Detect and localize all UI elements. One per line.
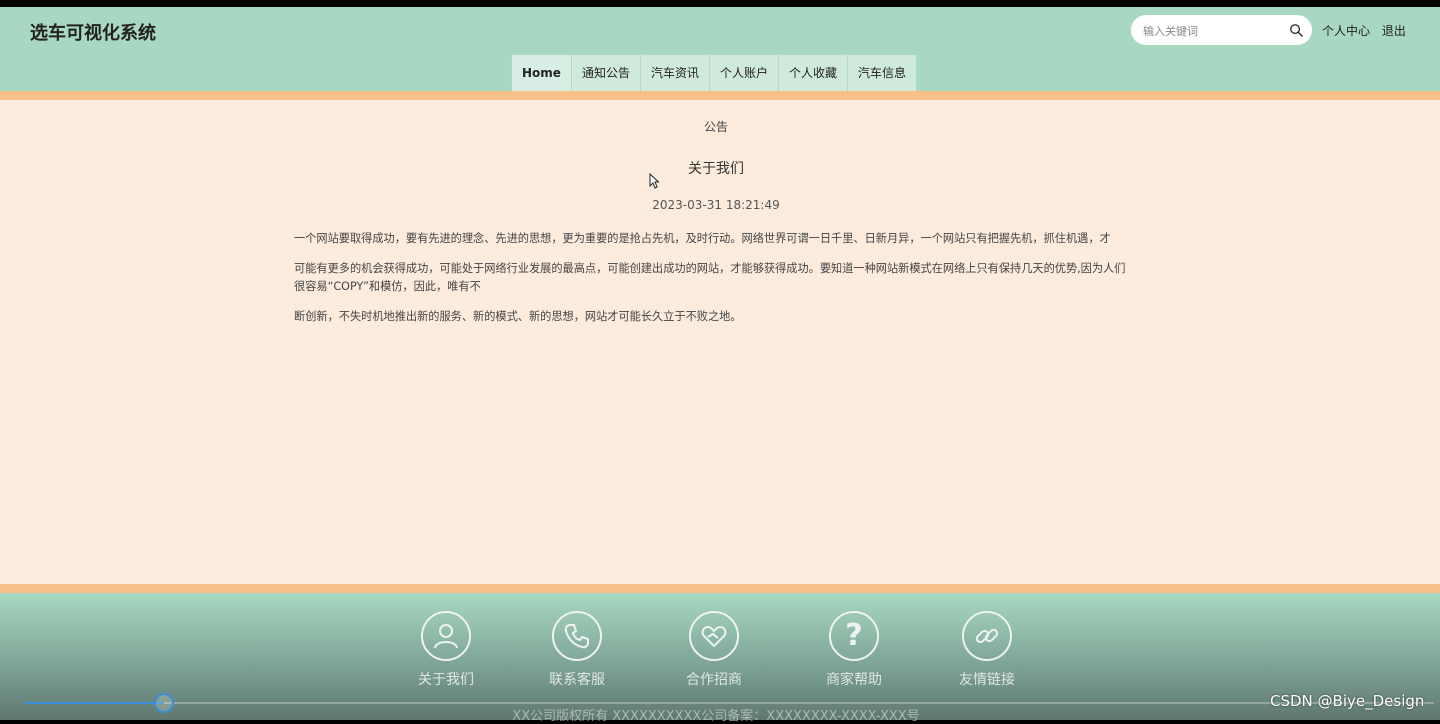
footer-item-links[interactable]: 友情链接 <box>942 611 1032 689</box>
nav-item-account[interactable]: 个人账户 <box>708 54 778 93</box>
footer-item-label: 关于我们 <box>418 672 474 688</box>
logout-link[interactable]: 退出 <box>1382 24 1406 38</box>
article-paragraph: 可能有更多的机会获得成功，可能处于网络行业发展的最高点，可能创建出成功的网站，才… <box>294 262 1126 293</box>
accent-bar-top <box>0 91 1440 100</box>
top-black-strip <box>0 0 1440 7</box>
article-paragraph: 一个网站要取得成功，要有先进的理念、先进的思想，更为重要的是抢占先机，及时行动。… <box>294 232 1111 245</box>
footer-item-help[interactable]: ? 商家帮助 <box>809 611 899 689</box>
site-header: 选车可视化系统 个人中心 退出 Home 通知公告 汽车资讯 个人账户 个人收藏… <box>0 7 1440 93</box>
mouse-cursor-icon <box>649 173 659 189</box>
article-body: 一个网站要取得成功，要有先进的理念、先进的思想，更为重要的是抢占先机，及时行动。… <box>294 230 1136 338</box>
video-progress-handle[interactable] <box>153 693 174 713</box>
copyright-text: XX公司版权所有 XXXXXXXXXX公司备案：XXXXXXXX-XXXX-XX… <box>512 709 920 724</box>
watermark-text: CSDN @Biye_Design <box>1270 692 1425 710</box>
site-title: 选车可视化系统 <box>30 23 156 44</box>
main-nav: Home 通知公告 汽车资讯 个人账户 个人收藏 汽车信息 <box>511 54 918 93</box>
user-icon <box>421 611 471 661</box>
search-box[interactable] <box>1131 15 1312 45</box>
footer-item-partnership[interactable]: 合作招商 <box>669 611 759 689</box>
footer-item-support[interactable]: 联系客服 <box>532 611 622 689</box>
handshake-icon <box>689 611 739 661</box>
footer-item-label: 合作招商 <box>686 672 742 688</box>
nav-item-favorites[interactable]: 个人收藏 <box>777 54 847 93</box>
footer-item-about[interactable]: 关于我们 <box>401 611 491 689</box>
footer-item-label: 商家帮助 <box>826 672 882 688</box>
article-date: 2023-03-31 18:21:49 <box>652 198 780 212</box>
article-title: 关于我们 <box>688 161 744 177</box>
search-input[interactable] <box>1141 21 1285 41</box>
section-label: 公告 <box>703 120 728 134</box>
footer-item-label: 友情链接 <box>959 672 1015 688</box>
nav-item-car-info[interactable]: 汽车信息 <box>847 54 918 93</box>
video-progress-fill <box>24 702 164 704</box>
nav-item-car-news[interactable]: 汽车资讯 <box>639 54 709 93</box>
accent-bar-bottom <box>0 584 1440 593</box>
main-content: 公告 关于我们 2023-03-31 18:21:49 一个网站要取得成功，要有… <box>0 100 1440 584</box>
footer-item-label: 联系客服 <box>549 672 605 688</box>
video-progress-bar[interactable] <box>24 693 1434 713</box>
article-paragraph: 断创新，不失时机地推出新的服务、新的模式、新的思想，网站才可能长久立于不败之地。 <box>294 310 742 323</box>
nav-item-notices[interactable]: 通知公告 <box>570 54 640 93</box>
phone-icon <box>552 611 602 661</box>
user-links: 个人中心 退出 <box>1322 22 1414 39</box>
user-center-link[interactable]: 个人中心 <box>1322 24 1370 38</box>
site-footer: 关于我们 联系客服 合作招商 ? 商家帮助 友情链接 XX公司版权所有 XXXX… <box>0 593 1440 724</box>
nav-item-home[interactable]: Home <box>511 54 571 93</box>
link-icon <box>962 611 1012 661</box>
search-icon[interactable] <box>1289 23 1304 38</box>
help-icon: ? <box>829 611 879 661</box>
